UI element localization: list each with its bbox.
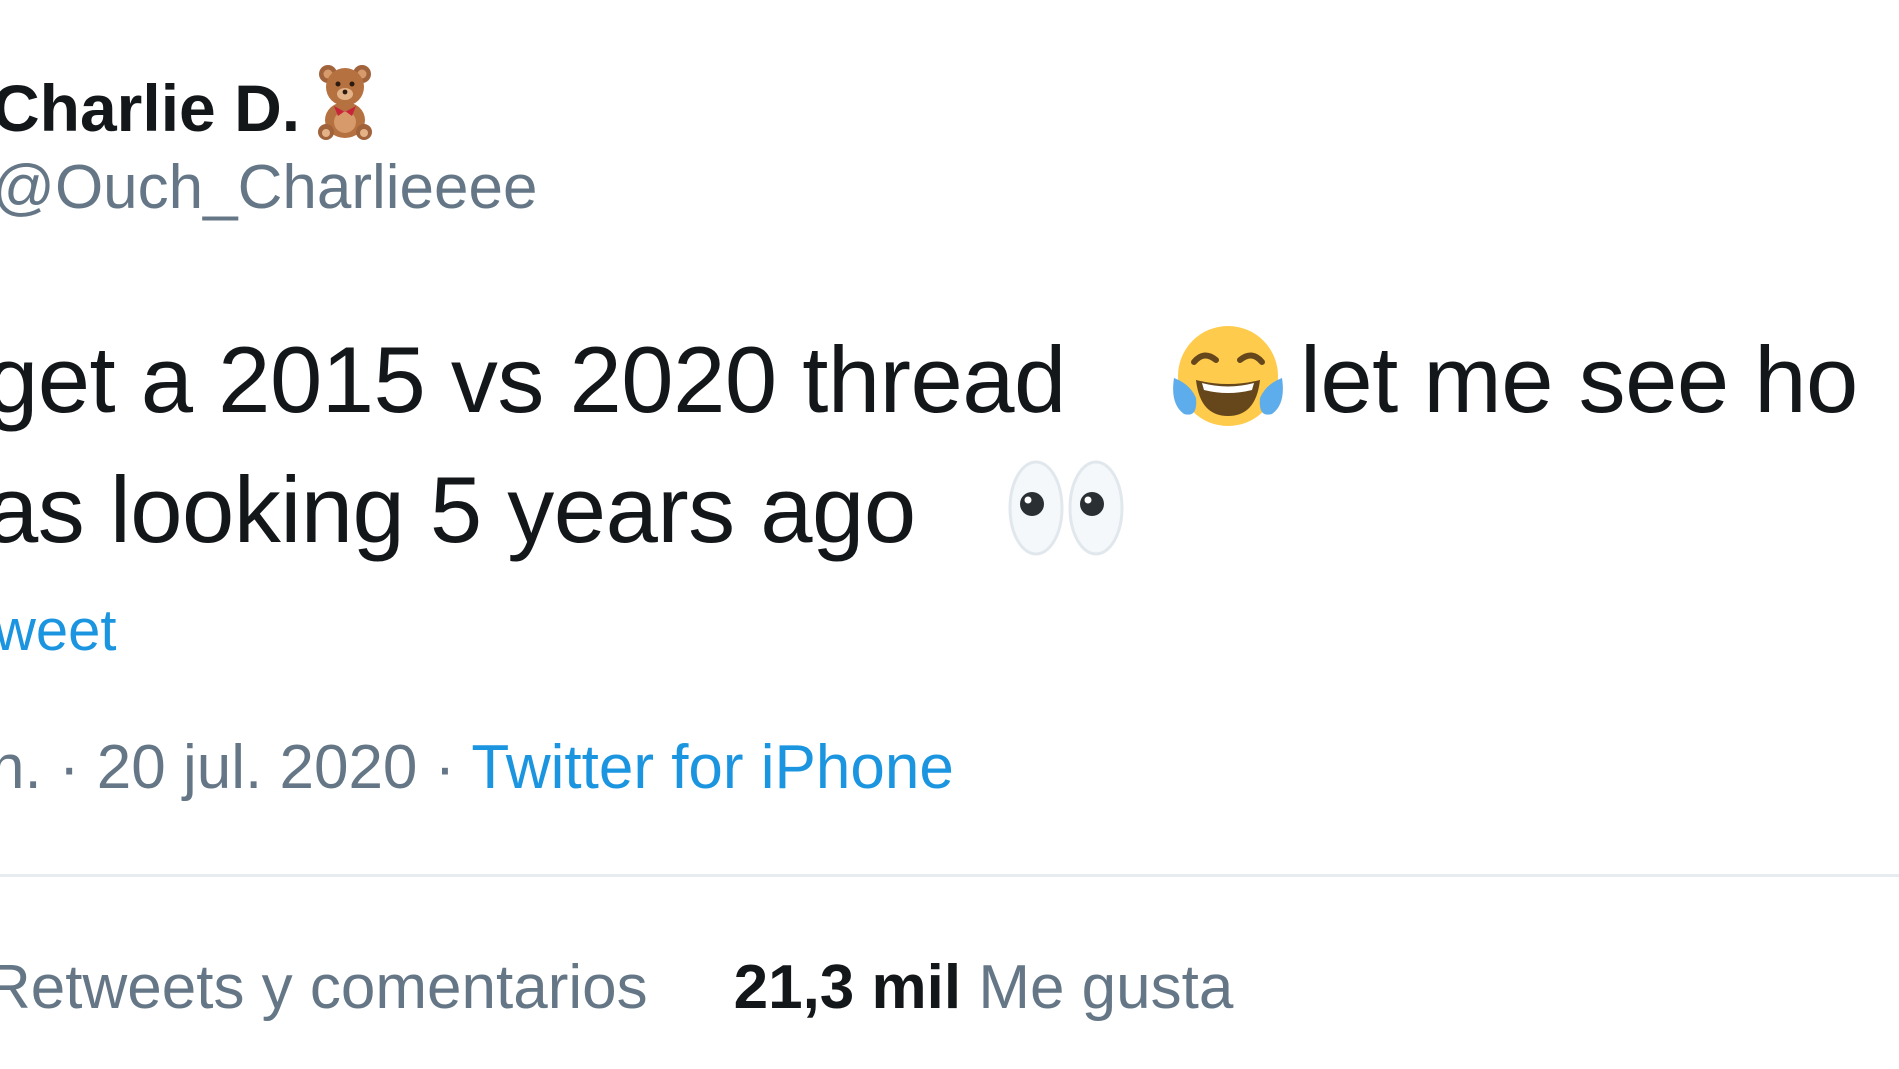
divider: [0, 874, 1899, 877]
display-name[interactable]: Charlie D.: [0, 68, 300, 148]
tweet-text-line-2: as looking 5 years ago: [0, 457, 916, 562]
tweet-text-line-1b: let me see ho: [1300, 327, 1858, 432]
tweet-source-link[interactable]: Twitter for iPhone: [471, 733, 953, 802]
tweet-stats: Retweets y comentarios 21,3 mil Me gusta: [0, 950, 1233, 1026]
show-thread-link[interactable]: weet: [0, 596, 117, 666]
tweet-text-line-1a: get a 2015 vs 2020 thread: [0, 327, 1066, 432]
teddy-bear-icon: [318, 65, 372, 140]
eyes-icon: [1008, 460, 1124, 556]
retweets-link[interactable]: Retweets y comentarios: [0, 953, 648, 1022]
tweet-meta: n. · 20 jul. 2020 · Twitter for iPhone: [0, 730, 954, 806]
likes-count[interactable]: 21,3 mil: [734, 953, 961, 1022]
user-handle[interactable]: @Ouch_Charlieeee: [0, 150, 537, 226]
likes-label[interactable]: Me gusta: [978, 953, 1233, 1022]
tweet-timestamp[interactable]: n. · 20 jul. 2020 ·: [0, 733, 455, 802]
tears-of-joy-icon: [1173, 326, 1283, 426]
